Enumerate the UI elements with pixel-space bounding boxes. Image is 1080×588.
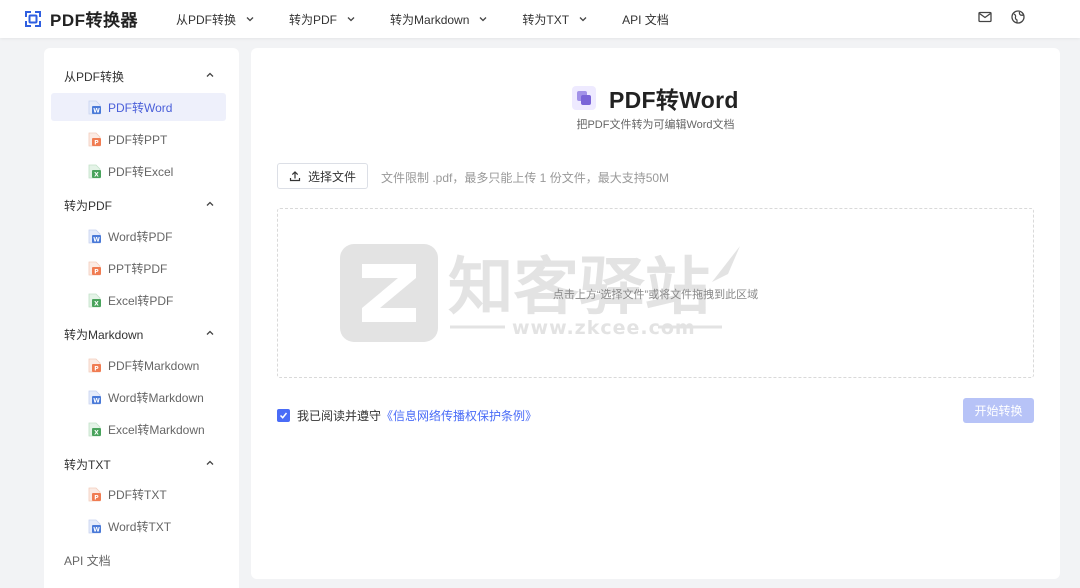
- chevron-up-icon[interactable]: [204, 69, 216, 81]
- nav-menu: 从PDF转换 转为PDF 转为Markdown 转为TXT API 文档: [176, 0, 669, 38]
- sidebar-item-api-docs[interactable]: API 文档: [64, 552, 111, 569]
- chevron-down-icon: [347, 17, 355, 22]
- upload-icon: [289, 171, 301, 182]
- sidebar: 从PDF转换 W PDF转Word P PDF转PPT X PDF转Excel …: [44, 48, 239, 588]
- sidebar-item-label: Excel转PDF: [108, 293, 174, 308]
- start-convert-button[interactable]: 开始转换: [963, 398, 1034, 423]
- chevron-up-icon[interactable]: [204, 198, 216, 210]
- sidebar-group-to-pdf[interactable]: 转为PDF: [64, 197, 112, 214]
- sidebar-item-word-to-markdown[interactable]: W Word转Markdown: [51, 383, 226, 411]
- ppt-file-icon: P: [88, 261, 101, 275]
- globe-icon[interactable]: [1010, 9, 1026, 25]
- nav-item-to-pdf[interactable]: 转为PDF: [289, 0, 357, 38]
- sidebar-item-label: Word转Markdown: [108, 390, 204, 405]
- top-navbar: PDF转换器 从PDF转换 转为PDF 转为Markdown 转为TXT API…: [0, 0, 1080, 38]
- page-subtitle: 把PDF文件转为可编辑Word文档: [576, 119, 735, 131]
- sidebar-item-excel-to-pdf[interactable]: X Excel转PDF: [51, 286, 226, 314]
- choose-file-label: 选择文件: [307, 169, 356, 184]
- ppt-file-icon: P: [88, 358, 101, 372]
- svg-text:P: P: [94, 139, 99, 146]
- page-title: PDF转Word: [609, 87, 739, 113]
- excel-file-icon: X: [88, 293, 101, 307]
- brand[interactable]: PDF转换器: [23, 6, 138, 31]
- checkmark-icon: [279, 412, 288, 419]
- main-panel: PDF转Word 把PDF文件转为可编辑Word文档 选择文件 文件限制 .pd…: [251, 48, 1060, 579]
- word-file-icon: W: [88, 390, 101, 404]
- drop-hint: 点击上方“选择文件”或将文件拖拽到此区域: [552, 289, 759, 301]
- svg-text:X: X: [94, 429, 99, 436]
- sidebar-item-label: Word转PDF: [108, 229, 173, 244]
- sidebar-item-word-to-txt[interactable]: W Word转TXT: [51, 512, 226, 540]
- svg-text:W: W: [93, 236, 100, 243]
- svg-text:P: P: [94, 494, 99, 501]
- svg-text:W: W: [93, 397, 100, 404]
- sidebar-item-label: PDF转TXT: [108, 487, 167, 502]
- mail-icon[interactable]: [977, 9, 993, 25]
- nav-item-from-pdf[interactable]: 从PDF转换: [176, 0, 256, 38]
- sidebar-item-label: PDF转Word: [108, 100, 173, 115]
- app-logo-icon: [25, 10, 41, 27]
- sidebar-item-label: Word转TXT: [108, 519, 172, 534]
- chevron-up-icon[interactable]: [204, 327, 216, 339]
- word-file-icon: W: [88, 100, 101, 114]
- sidebar-group-from-pdf[interactable]: 从PDF转换: [64, 68, 124, 85]
- pdf-to-word-icon: [572, 86, 596, 110]
- nav-item-to-txt[interactable]: 转为TXT: [522, 0, 589, 38]
- nav-item-api-docs[interactable]: API 文档: [622, 0, 669, 38]
- chevron-down-icon: [479, 17, 487, 22]
- svg-text:X: X: [94, 300, 99, 307]
- sidebar-group-to-markdown[interactable]: 转为Markdown: [64, 326, 143, 343]
- sidebar-item-pdf-to-word[interactable]: W PDF转Word: [51, 93, 226, 121]
- sidebar-item-word-to-pdf[interactable]: W Word转PDF: [51, 222, 226, 250]
- sidebar-item-label: PPT转PDF: [108, 261, 168, 276]
- word-file-icon: W: [88, 519, 101, 533]
- nav-item-label: 从PDF转换: [176, 12, 237, 27]
- sidebar-item-label: PDF转Markdown: [108, 358, 200, 373]
- ppt-file-icon: P: [88, 132, 101, 146]
- svg-text:X: X: [94, 171, 99, 178]
- agree-text: 我已阅读并遵守: [297, 409, 382, 423]
- sidebar-item-label: Excel转Markdown: [108, 422, 205, 437]
- agree-terms-link[interactable]: 《信息网络传播权保护条例》: [381, 407, 537, 424]
- sidebar-item-label: PDF转Excel: [108, 164, 174, 179]
- agreement-row: 我已阅读并遵守 《信息网络传播权保护条例》: [277, 407, 537, 424]
- svg-text:P: P: [94, 268, 99, 275]
- nav-right-tools: [960, 9, 1026, 25]
- svg-text:W: W: [93, 107, 100, 114]
- chevron-up-icon[interactable]: [204, 457, 216, 469]
- file-drop-zone[interactable]: 知客驿站 www.zkcee.com 点击上方“选择文件”或将文件拖拽到此区域: [277, 208, 1034, 378]
- sidebar-item-pdf-to-txt[interactable]: P PDF转TXT: [51, 480, 226, 508]
- ppt-file-icon: P: [88, 487, 101, 501]
- chevron-down-icon: [579, 17, 587, 22]
- svg-text:W: W: [93, 526, 100, 533]
- svg-text:P: P: [94, 365, 99, 372]
- excel-file-icon: X: [88, 422, 101, 436]
- sidebar-item-pdf-to-excel[interactable]: X PDF转Excel: [51, 157, 226, 185]
- nav-item-label: 转为Markdown: [390, 12, 470, 27]
- sidebar-item-pdf-to-markdown[interactable]: P PDF转Markdown: [51, 351, 226, 379]
- word-file-icon: W: [88, 229, 101, 243]
- sidebar-item-pdf-to-ppt[interactable]: P PDF转PPT: [51, 125, 226, 153]
- sidebar-item-ppt-to-pdf[interactable]: P PPT转PDF: [51, 254, 226, 282]
- nav-item-label: 转为TXT: [522, 12, 570, 27]
- sidebar-item-excel-to-markdown[interactable]: X Excel转Markdown: [51, 415, 226, 443]
- nav-item-label: 转为PDF: [289, 12, 338, 27]
- agree-checkbox[interactable]: [277, 409, 290, 422]
- choose-file-button[interactable]: 选择文件: [277, 163, 368, 189]
- app-name: PDF转换器: [50, 11, 138, 30]
- nav-item-to-markdown[interactable]: 转为Markdown: [390, 0, 489, 38]
- excel-file-icon: X: [88, 164, 101, 178]
- nav-item-label: API 文档: [622, 12, 669, 27]
- file-limit-text: 文件限制 .pdf，最多只能上传 1 份文件，最大支持50M: [381, 171, 670, 185]
- sidebar-item-label: PDF转PPT: [108, 132, 168, 147]
- sidebar-group-to-txt[interactable]: 转为TXT: [64, 456, 111, 473]
- title-row: PDF转Word: [572, 81, 739, 115]
- chevron-down-icon: [246, 17, 254, 22]
